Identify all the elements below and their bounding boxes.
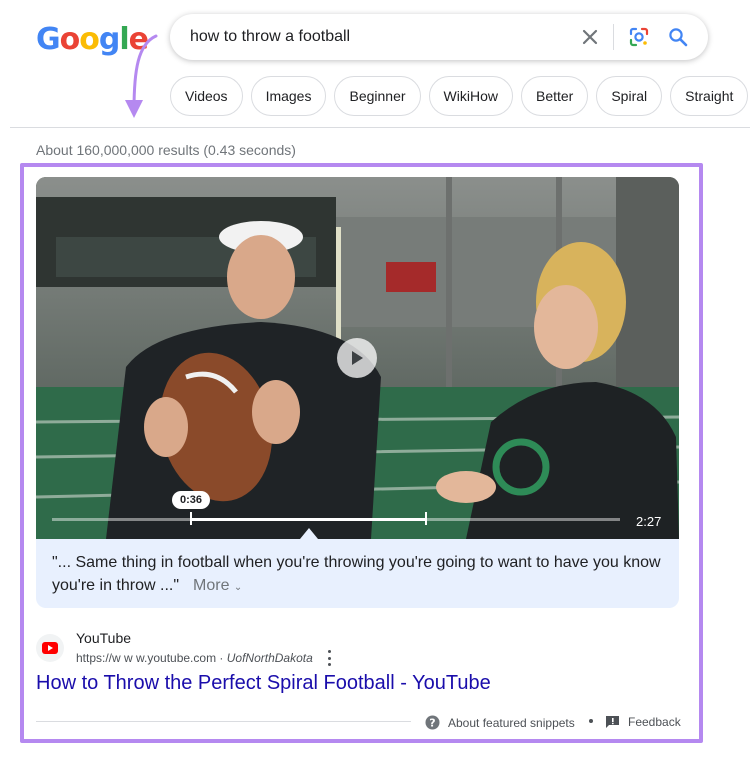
logo-letter: o: [79, 22, 100, 57]
result-title-link[interactable]: How to Throw the Perfect Spiral Football…: [36, 672, 491, 695]
video-progress-track[interactable]: [52, 518, 620, 521]
video-progress-fill: [191, 518, 426, 521]
header-divider: [10, 127, 750, 128]
channel-name: UofNorthDakota: [226, 651, 313, 665]
result-stats: About 160,000,000 results (0.43 seconds): [36, 142, 296, 158]
feedback-label: Feedback: [628, 715, 681, 729]
annotation-arrow-icon: [125, 34, 158, 118]
feedback-icon: [606, 716, 619, 728]
more-button[interactable]: More ⌄: [193, 577, 242, 594]
more-label: More: [193, 577, 230, 594]
chip-beginner[interactable]: Beginner: [334, 76, 421, 116]
search-divider: [613, 24, 614, 50]
chip-straight[interactable]: Straight: [670, 76, 749, 116]
play-button[interactable]: [337, 338, 377, 378]
current-time-label: 0:36: [172, 491, 211, 509]
logo-letter: G: [36, 22, 61, 57]
footer-dot-separator: [589, 719, 593, 723]
clip-end-marker[interactable]: [424, 512, 427, 525]
svg-text:?: ?: [429, 717, 435, 730]
logo-letter: g: [98, 22, 121, 57]
chevron-down-icon: ⌄: [233, 582, 243, 593]
about-featured-snippets-link[interactable]: ? About featured snippets: [425, 715, 575, 730]
clip-start-marker[interactable]: [190, 512, 193, 525]
search-bar[interactable]: how to throw a football: [170, 14, 708, 60]
transcript-pointer: [300, 528, 318, 539]
logo-letter: o: [59, 22, 81, 57]
site-name[interactable]: YouTube: [76, 630, 131, 646]
feedback-link[interactable]: Feedback: [605, 715, 681, 729]
search-input[interactable]: how to throw a football: [190, 28, 350, 46]
chip-images[interactable]: Images: [250, 76, 327, 116]
filter-chips: Videos Images Beginner WikiHow Better Sp…: [170, 76, 749, 116]
url-text: https://w w w.youtube.com: [76, 651, 217, 665]
help-circle-icon: ?: [425, 715, 440, 730]
video-duration: 2:27: [636, 514, 662, 529]
chip-wikihow[interactable]: WikiHow: [428, 76, 513, 116]
chip-videos[interactable]: Videos: [170, 76, 243, 116]
chip-spiral[interactable]: Spiral: [596, 76, 663, 116]
youtube-icon: [42, 642, 58, 654]
search-icon[interactable]: [666, 25, 690, 49]
more-options-icon[interactable]: [322, 650, 336, 666]
close-icon[interactable]: [578, 25, 602, 49]
footer-divider: [36, 721, 411, 722]
transcript-box: "... Same thing in football when you're …: [36, 539, 679, 608]
chip-better[interactable]: Better: [520, 76, 589, 116]
url-separator: ·: [216, 651, 227, 665]
about-label: About featured snippets: [448, 715, 575, 730]
play-icon: [352, 351, 363, 365]
transcript-text: "... Same thing in football when you're …: [52, 554, 661, 594]
youtube-favicon[interactable]: [36, 634, 64, 662]
site-url: https://w w w.youtube.com · UofNorthDako…: [76, 651, 313, 665]
google-lens-icon[interactable]: [627, 25, 651, 49]
